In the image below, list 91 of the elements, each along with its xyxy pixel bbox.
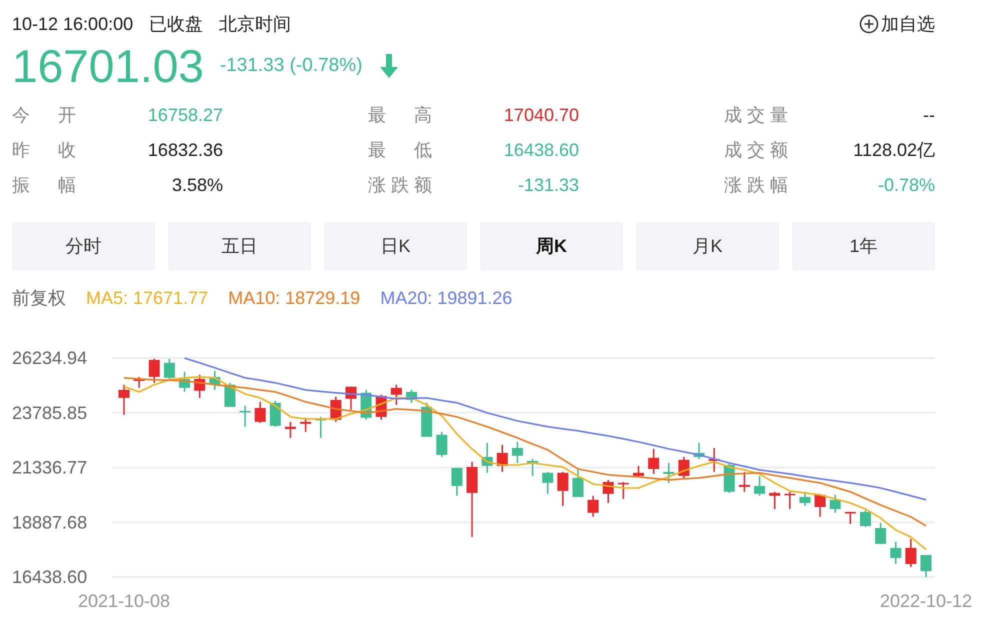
x-axis-label: 2022-10-12 (880, 591, 972, 611)
candlestick (602, 480, 614, 503)
chart-period-tab[interactable]: 五日 (168, 222, 311, 270)
candlestick (390, 384, 402, 405)
y-axis-label: 16438.60 (12, 567, 88, 587)
candlestick (330, 396, 342, 422)
candlestick (254, 402, 266, 423)
candlestick (588, 496, 599, 517)
candlestick (270, 400, 281, 427)
chart-period-tab[interactable]: 分时 (12, 222, 155, 270)
chart-period-tab[interactable]: 1年 (792, 222, 935, 270)
candlestick (179, 372, 190, 392)
chart-period-tab[interactable]: 周K (480, 222, 623, 270)
candlestick (194, 374, 206, 398)
candlestick (315, 416, 326, 438)
candlestick (164, 358, 175, 379)
candlestick (542, 472, 554, 494)
add-watchlist-button[interactable]: 加自选 (859, 10, 935, 38)
stat-label: 最低 (368, 139, 432, 162)
candlestick (618, 482, 629, 499)
candlestick (118, 384, 130, 415)
stat-label: 涨跌幅 (724, 174, 788, 197)
candlestick (496, 444, 508, 472)
y-axis-label: 26234.94 (12, 348, 88, 368)
candlestick (134, 376, 145, 388)
candlestick (482, 442, 493, 473)
stat-value: 16832.36 (148, 139, 223, 162)
candlestick (694, 442, 705, 459)
candlestick (451, 468, 462, 496)
candlestick (300, 418, 312, 432)
stat-value: 17040.70 (504, 104, 579, 127)
chart-period-tab[interactable]: 日K (324, 222, 467, 270)
candlestick (633, 466, 644, 477)
current-price: 16701.03 (12, 43, 204, 89)
timezone-label: 北京时间 (219, 12, 292, 36)
stat-value: -0.78% (878, 174, 935, 197)
candlestick (754, 476, 766, 496)
candlestick (890, 542, 902, 564)
candlestick (572, 470, 584, 497)
candlestick (284, 422, 296, 438)
candlestick (920, 555, 932, 577)
y-axis-label: 21336.77 (12, 458, 88, 478)
stat-value: -131.33 (518, 174, 579, 197)
stat-value: -- (923, 104, 935, 127)
candlestick (844, 512, 856, 524)
candlestick (527, 458, 538, 476)
candlestick (421, 402, 432, 437)
stat-label: 涨跌额 (368, 174, 432, 197)
stat-value: 3.58% (172, 174, 223, 197)
candlestick (814, 494, 826, 517)
stat-value: 16758.27 (148, 104, 223, 127)
x-axis-label: 2021-10-08 (78, 591, 170, 611)
stat-label: 成交量 (724, 104, 788, 127)
moving-average-legend: MA5: 17671.77 (86, 284, 208, 312)
candlestick (799, 492, 810, 506)
candlestick (512, 442, 523, 463)
moving-average-legend: MA10: 18729.19 (228, 284, 360, 312)
plus-circle-icon (859, 14, 879, 34)
stat-value: 1128.02亿 (853, 139, 935, 162)
y-axis-label: 18887.68 (12, 512, 88, 532)
stat-label: 昨收 (12, 139, 76, 162)
adjustment-label: 前复权 (12, 286, 66, 310)
stat-value: 16438.60 (504, 139, 579, 162)
chart-period-tab[interactable]: 月K (636, 222, 779, 270)
candlestick (436, 432, 448, 457)
candlestick (406, 390, 417, 403)
stat-label: 成交额 (724, 139, 788, 162)
candlestick (148, 358, 160, 383)
candlestick (708, 448, 720, 472)
candlestick (663, 462, 674, 483)
candlestick (240, 406, 251, 427)
timestamp: 10-12 16:00:00 (12, 12, 134, 36)
candlestick (209, 370, 220, 390)
candlestick (905, 538, 916, 567)
candlestick (784, 492, 796, 509)
candlestick (345, 386, 356, 410)
candlestick (830, 494, 841, 513)
stat-label: 今开 (12, 104, 76, 127)
candlestick (769, 492, 780, 509)
market-status: 已收盘 (149, 12, 204, 36)
moving-average-legend: MA20: 19891.26 (380, 284, 512, 312)
y-axis-label: 23785.85 (12, 402, 88, 423)
candlestick (648, 448, 660, 474)
stat-label: 最高 (368, 104, 432, 127)
candlestick (875, 522, 886, 544)
candlestick (860, 510, 871, 527)
stat-label: 振幅 (12, 174, 76, 197)
candlestick (738, 472, 750, 492)
candlestick (678, 456, 690, 479)
candlestick (557, 472, 568, 506)
price-change: -131.33 (-0.78%) (220, 54, 362, 78)
